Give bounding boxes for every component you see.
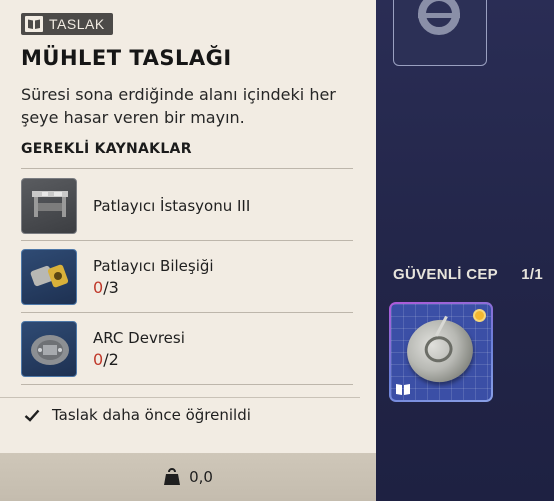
weight-icon (164, 468, 181, 485)
resource-row: Patlayıcı Bileşiği 0/3 (21, 247, 353, 307)
book-icon (25, 16, 43, 32)
quantity-have: 0 (93, 278, 104, 297)
explosive-compound-icon (21, 249, 77, 305)
resource-name: Patlayıcı Bileşiği (93, 257, 214, 275)
resource-row: ARC Devresi 0/2 (21, 319, 353, 379)
divider (21, 384, 353, 385)
check-icon (24, 409, 40, 422)
quantity-have: 0 (93, 350, 104, 369)
safe-pocket-slot[interactable] (389, 302, 493, 402)
divider (21, 168, 353, 169)
resource-name: ARC Devresi (93, 329, 185, 347)
resource-quantity: 0/3 (93, 277, 214, 299)
safe-pocket-count: 1/1 (521, 266, 543, 283)
safe-pocket-header: GÜVENLİ CEP 1/1 (393, 266, 543, 283)
gear-icon (418, 0, 460, 35)
quantity-need: /3 (103, 278, 119, 297)
blueprint-tag: TASLAK (21, 13, 113, 35)
weight-value: 0,0 (189, 468, 213, 486)
divider (0, 397, 360, 398)
item-title: MÜHLET TASLAĞI (21, 46, 232, 70)
tag-label: TASLAK (49, 16, 105, 32)
safe-pocket-label: GÜVENLİ CEP (393, 266, 498, 283)
rarity-icon (473, 309, 486, 322)
arc-circuit-icon (21, 321, 77, 377)
inventory-slot-top[interactable] (393, 0, 487, 66)
item-tooltip-panel: TASLAK MÜHLET TASLAĞI Süresi sona erdiği… (0, 0, 376, 501)
item-description: Süresi sona erdiğinde alanı içindeki her… (21, 85, 336, 127)
tooltip-footer: 0,0 (0, 453, 376, 501)
blueprint-icon (396, 384, 410, 395)
resource-quantity: 0/2 (93, 349, 185, 371)
resources-header: GEREKLİ KAYNAKLAR (21, 141, 192, 157)
divider (21, 240, 353, 241)
learned-text: Taslak daha önce öğrenildi (52, 406, 251, 424)
quantity-need: /2 (103, 350, 119, 369)
divider (21, 312, 353, 313)
resource-row: Patlayıcı İstasyonu III (21, 176, 353, 236)
workbench-icon (21, 178, 77, 234)
learned-status: Taslak daha önce öğrenildi (24, 406, 251, 424)
mine-item-icon (401, 313, 479, 389)
resource-name: Patlayıcı İstasyonu III (93, 197, 251, 215)
